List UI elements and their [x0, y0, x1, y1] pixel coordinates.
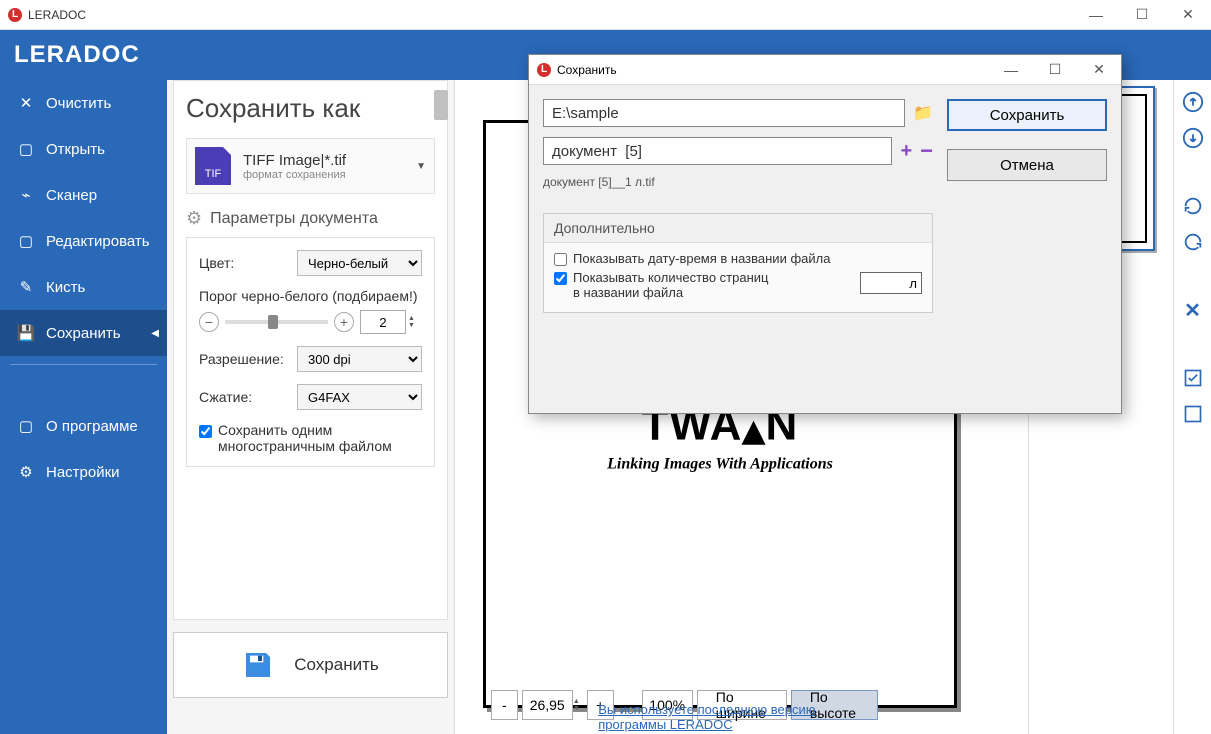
- sidebar-item-label: Открыть: [46, 141, 105, 158]
- file-tif-icon: TIF: [195, 147, 231, 185]
- dialog-titlebar: L Сохранить — ☐ ✕: [529, 55, 1121, 85]
- decrement-icon[interactable]: −: [920, 138, 933, 164]
- multipage-checkbox[interactable]: [199, 425, 212, 438]
- panel-scrollbar[interactable]: [434, 90, 448, 120]
- page-suffix-input[interactable]: [860, 272, 922, 294]
- sidebar-separator: [10, 364, 157, 365]
- sidebar-item-about[interactable]: ▢ О программе: [0, 403, 167, 449]
- move-up-icon[interactable]: [1181, 90, 1205, 114]
- edit-icon: ▢: [16, 232, 36, 250]
- move-down-icon[interactable]: [1181, 126, 1205, 150]
- filename-input[interactable]: [543, 137, 892, 165]
- params-header: ⚙ Параметры документа: [186, 208, 435, 229]
- advanced-group: Дополнительно Показывать дату-время в на…: [543, 213, 933, 313]
- empty-box-icon[interactable]: [1181, 402, 1205, 426]
- panel-title: Сохранить как: [186, 93, 435, 124]
- params-title: Параметры документа: [210, 210, 378, 228]
- sidebar-item-label: Редактировать: [46, 233, 150, 250]
- sidebar-item-settings[interactable]: ⚙ Настройки: [0, 449, 167, 495]
- threshold-plus-button[interactable]: +: [334, 312, 354, 332]
- gear-icon: ⚙: [186, 208, 202, 229]
- sidebar-item-label: Сканер: [46, 187, 97, 204]
- multipage-label: Сохранить одним многостраничным файлом: [218, 422, 422, 454]
- close-icon: ✕: [16, 94, 36, 112]
- dialog-app-icon: L: [537, 63, 551, 77]
- floppy-icon: [242, 649, 274, 681]
- delete-page-icon[interactable]: ✕: [1181, 298, 1205, 322]
- sidebar-item-label: Очистить: [46, 95, 111, 112]
- save-button[interactable]: Сохранить: [173, 632, 448, 698]
- save-panel: Сохранить как TIF TIFF Image|*.tif форма…: [167, 30, 455, 734]
- resolution-select[interactable]: 300 dpi: [297, 346, 422, 372]
- compression-select[interactable]: G4FAX: [297, 384, 422, 410]
- threshold-minus-button[interactable]: −: [199, 312, 219, 332]
- chevron-left-icon: ◀: [151, 328, 159, 339]
- dialog-title: Сохранить: [557, 63, 617, 77]
- save-icon: 💾: [16, 324, 36, 342]
- dialog-save-button[interactable]: Сохранить: [947, 99, 1107, 131]
- threshold-spinner[interactable]: ▲▼: [408, 315, 422, 329]
- zoom-spinner[interactable]: ▲▼: [573, 698, 583, 712]
- rotate-cw-icon[interactable]: [1181, 230, 1205, 254]
- dialog-minimize-button[interactable]: —: [989, 55, 1033, 85]
- version-link[interactable]: Вы используете последнюю версию программ…: [598, 702, 885, 732]
- app-title: LERADOC: [28, 8, 86, 22]
- save-dialog: L Сохранить — ☐ ✕ 📁 + − документ [5]__1 …: [528, 54, 1122, 414]
- dialog-cancel-button[interactable]: Отмена: [947, 149, 1107, 181]
- threshold-value[interactable]: 2: [360, 310, 406, 334]
- dialog-close-button[interactable]: ✕: [1077, 55, 1121, 85]
- color-label: Цвет:: [199, 255, 297, 271]
- browse-folder-icon[interactable]: 📁: [913, 103, 933, 123]
- sidebar-item-label: Сохранить: [46, 325, 121, 342]
- sidebar: ✕ Очистить ▢ Открыть ⌁ Сканер ▢ Редактир…: [0, 30, 167, 734]
- format-selector[interactable]: TIF TIFF Image|*.tif формат сохранения ▼: [186, 138, 435, 194]
- format-subtitle: формат сохранения: [243, 169, 346, 181]
- threshold-label: Порог черно-белого (подбираем!): [199, 288, 422, 304]
- sidebar-item-label: Настройки: [46, 464, 120, 481]
- show-datetime-checkbox[interactable]: [554, 253, 567, 266]
- right-toolbar: ✕: [1173, 80, 1211, 734]
- save-button-label: Сохранить: [294, 655, 378, 675]
- rotate-ccw-icon[interactable]: [1181, 194, 1205, 218]
- sidebar-item-clear[interactable]: ✕ Очистить: [0, 80, 167, 126]
- sidebar-item-label: Кисть: [46, 279, 85, 296]
- sidebar-item-open[interactable]: ▢ Открыть: [0, 126, 167, 172]
- brush-icon: ✎: [16, 278, 36, 296]
- show-pagecount-label: Показывать количество страниц в названии…: [573, 270, 773, 300]
- advanced-group-title: Дополнительно: [544, 214, 932, 243]
- dialog-maximize-button[interactable]: ☐: [1033, 55, 1077, 85]
- threshold-slider[interactable]: [225, 320, 328, 324]
- sidebar-item-save[interactable]: 💾 Сохранить ◀: [0, 310, 167, 356]
- compression-label: Сжатие:: [199, 389, 297, 405]
- window-titlebar: L LERADOC — ☐ ✕: [0, 0, 1211, 30]
- zoom-minus-button[interactable]: -: [491, 690, 518, 720]
- window-maximize-button[interactable]: ☐: [1119, 0, 1165, 30]
- resolution-label: Разрешение:: [199, 351, 297, 367]
- ribbon-logo: LERADOC: [14, 41, 140, 69]
- sidebar-item-scanner[interactable]: ⌁ Сканер: [0, 172, 167, 218]
- sidebar-item-edit[interactable]: ▢ Редактировать: [0, 218, 167, 264]
- sidebar-item-brush[interactable]: ✎ Кисть: [0, 264, 167, 310]
- show-datetime-label: Показывать дату-время в названии файла: [573, 251, 830, 266]
- window-close-button[interactable]: ✕: [1165, 0, 1211, 30]
- show-pagecount-checkbox[interactable]: [554, 272, 567, 285]
- scanner-icon: ⌁: [16, 186, 36, 204]
- sidebar-item-label: О программе: [46, 418, 138, 435]
- app-icon: L: [8, 8, 22, 22]
- preview-tagline: Linking Images With Applications: [607, 456, 833, 474]
- chevron-down-icon: ▼: [416, 161, 426, 172]
- color-select[interactable]: Черно-белый: [297, 250, 422, 276]
- gear-icon: ⚙: [16, 463, 36, 481]
- info-icon: ▢: [16, 417, 36, 435]
- path-input[interactable]: [543, 99, 905, 127]
- params-fieldset: Цвет: Черно-белый Порог черно-белого (по…: [186, 237, 435, 467]
- increment-icon[interactable]: +: [900, 140, 912, 163]
- check-box-icon[interactable]: [1181, 366, 1205, 390]
- window-minimize-button[interactable]: —: [1073, 0, 1119, 30]
- zoom-value[interactable]: 26,95: [522, 690, 573, 720]
- folder-open-icon: ▢: [16, 140, 36, 158]
- format-name: TIFF Image|*.tif: [243, 152, 346, 169]
- filename-preview: документ [5]__1 л.tif: [543, 175, 933, 189]
